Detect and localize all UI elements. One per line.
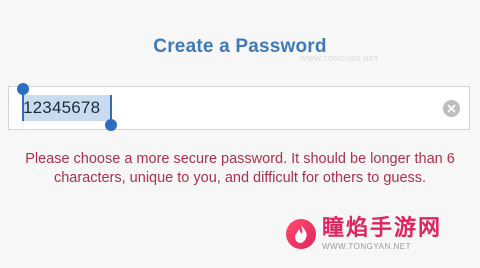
password-field[interactable]: 12345678 xyxy=(8,83,470,131)
faint-watermark-text: WWW.TONGYAN.NET xyxy=(300,56,379,63)
clear-icon[interactable] xyxy=(443,100,460,117)
selection-start-bar xyxy=(22,91,24,121)
password-error-message: Please choose a more secure password. It… xyxy=(25,151,455,186)
page-title: Create a Password xyxy=(153,36,327,57)
password-value[interactable]: 12345678 xyxy=(23,98,100,118)
watermark: 瞳焰手游网 WWW.TONGYAN.NET xyxy=(285,215,442,252)
x-icon xyxy=(447,104,456,113)
create-password-screen: Create a Password WWW.TONGYAN.NET 123456… xyxy=(0,0,480,268)
selection-end-handle[interactable] xyxy=(105,119,117,131)
watermark-title: 瞳焰手游网 xyxy=(321,215,442,240)
watermark-url: WWW.TONGYAN.NET xyxy=(321,242,411,251)
flame-logo-icon xyxy=(285,219,316,249)
selection-start-handle[interactable] xyxy=(17,83,29,95)
